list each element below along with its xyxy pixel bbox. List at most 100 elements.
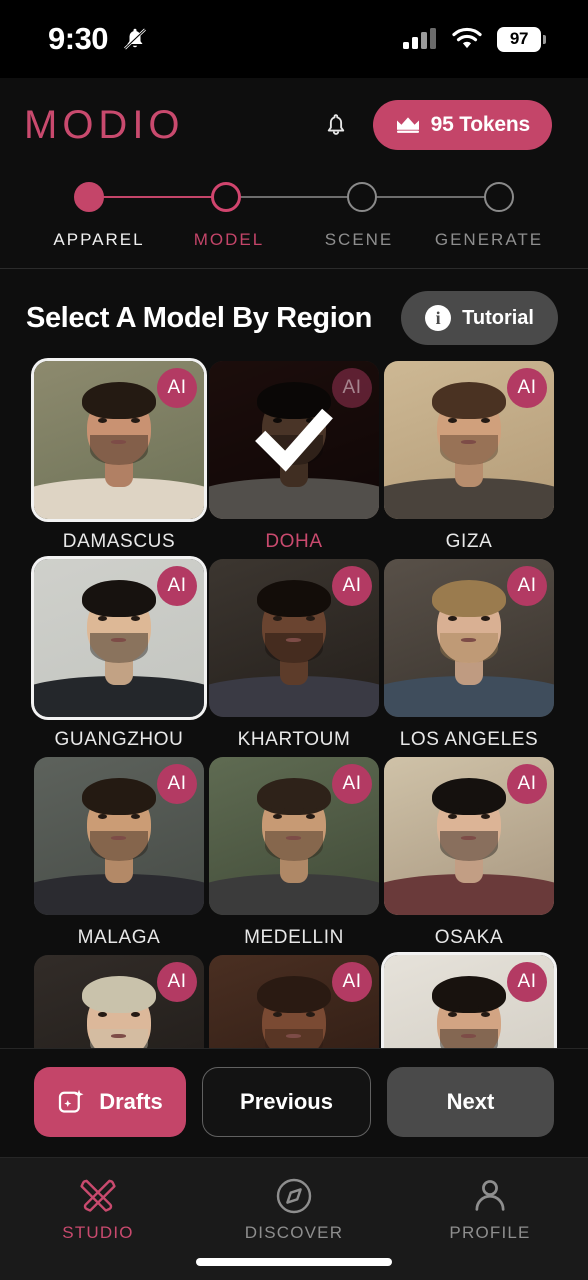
tokens-badge[interactable]: 95 Tokens bbox=[372, 100, 552, 150]
app-header: MODIO 95 Tokens bbox=[0, 78, 588, 150]
model-thumbnail[interactable]: AI bbox=[34, 955, 204, 1049]
model-thumbnail[interactable]: AI bbox=[34, 559, 204, 717]
stepper-track bbox=[74, 176, 514, 218]
model-thumbnail[interactable]: AI bbox=[209, 955, 379, 1049]
action-bar: Drafts Previous Next bbox=[0, 1048, 588, 1158]
tab-studio-label: STUDIO bbox=[62, 1223, 134, 1243]
ai-badge: AI bbox=[157, 566, 197, 606]
model-card[interactable]: AI KHARTOUM bbox=[209, 559, 379, 751]
model-thumbnail[interactable]: AI bbox=[384, 559, 554, 717]
check-icon bbox=[255, 408, 333, 472]
model-thumbnail[interactable]: AI bbox=[34, 757, 204, 915]
section-header: Select A Model By Region i Tutorial bbox=[0, 269, 588, 361]
battery-percent: 97 bbox=[509, 29, 529, 48]
previous-button[interactable]: Previous bbox=[202, 1067, 371, 1138]
ai-badge: AI bbox=[507, 962, 547, 1002]
model-label: DOHA bbox=[265, 531, 323, 552]
tab-profile[interactable]: PROFILE bbox=[392, 1176, 588, 1243]
status-bar-left: 9:30 bbox=[48, 21, 150, 57]
model-thumbnail[interactable]: AI bbox=[384, 361, 554, 519]
stepper-label-apparel[interactable]: APPAREL bbox=[34, 230, 164, 250]
battery-indicator: 97 bbox=[497, 26, 546, 52]
person-icon bbox=[475, 1180, 505, 1211]
ai-badge: AI bbox=[332, 566, 372, 606]
tutorial-button[interactable]: i Tutorial bbox=[401, 291, 558, 345]
model-card[interactable]: AI MALAGA bbox=[34, 757, 204, 949]
battery-body: 97 bbox=[497, 26, 541, 52]
app-root: 9:30 97 MODIO 95 Tokens APPAREL MODEL SC… bbox=[0, 0, 588, 1280]
model-thumbnail[interactable]: AI bbox=[209, 559, 379, 717]
header-actions: 95 Tokens bbox=[321, 100, 552, 150]
ai-badge: AI bbox=[507, 566, 547, 606]
model-card[interactable]: AI GIZA bbox=[384, 361, 554, 553]
cellular-signal-icon bbox=[403, 28, 436, 49]
drafts-button[interactable]: Drafts bbox=[34, 1067, 186, 1138]
stepper-labels: APPAREL MODEL SCENE GENERATE bbox=[34, 230, 554, 250]
app-logo: MODIO bbox=[24, 103, 185, 147]
ai-badge: AI bbox=[157, 962, 197, 1002]
stepper-dot-generate[interactable] bbox=[483, 182, 514, 212]
model-label: GUANGZHOU bbox=[54, 729, 184, 750]
model-grid: AI DAMASCUS AI DOHA AI GIZA AI GUANGZHOU… bbox=[0, 361, 588, 1049]
brush-pencil-icon bbox=[80, 1179, 116, 1212]
compass-icon bbox=[276, 1178, 312, 1214]
drafts-label: Drafts bbox=[99, 1089, 163, 1115]
status-time: 9:30 bbox=[48, 21, 109, 56]
ai-badge: AI bbox=[157, 764, 197, 804]
tokens-label: 95 Tokens bbox=[430, 113, 531, 136]
model-label: LOS ANGELES bbox=[399, 729, 539, 750]
page-title: Select A Model By Region bbox=[26, 301, 372, 334]
stepper-label-generate[interactable]: GENERATE bbox=[424, 230, 554, 250]
bell-icon[interactable] bbox=[321, 108, 351, 142]
next-button[interactable]: Next bbox=[387, 1067, 554, 1138]
stepper-label-scene[interactable]: SCENE bbox=[294, 230, 424, 250]
crown-icon bbox=[396, 117, 419, 133]
progress-stepper: APPAREL MODEL SCENE GENERATE bbox=[0, 150, 588, 269]
stepper-dot-scene[interactable] bbox=[347, 182, 378, 212]
stepper-dot-apparel[interactable] bbox=[74, 182, 104, 212]
main-content: Select A Model By Region i Tutorial AI D… bbox=[0, 269, 588, 1049]
model-thumbnail[interactable]: AI bbox=[209, 757, 379, 915]
status-bar: 9:30 97 bbox=[0, 0, 588, 78]
tab-profile-label: PROFILE bbox=[449, 1223, 531, 1243]
model-card[interactable]: AI GUANGZHOU bbox=[34, 559, 204, 751]
model-thumbnail[interactable]: AI bbox=[384, 955, 554, 1049]
model-card[interactable]: AI DOHA bbox=[209, 361, 379, 553]
ai-badge: AI bbox=[157, 368, 197, 408]
model-label: MEDELLIN bbox=[244, 927, 344, 948]
previous-label: Previous bbox=[240, 1089, 333, 1115]
stepper-dot-model[interactable] bbox=[210, 182, 241, 212]
tab-discover-label: DISCOVER bbox=[244, 1223, 344, 1243]
ai-badge: AI bbox=[332, 764, 372, 804]
model-card[interactable]: AI DAMASCUS bbox=[34, 361, 204, 553]
home-indicator[interactable] bbox=[196, 1257, 392, 1266]
model-card-partial[interactable]: AI bbox=[209, 955, 379, 1049]
info-icon: i bbox=[425, 305, 452, 331]
model-card-partial[interactable]: AI bbox=[34, 955, 204, 1049]
model-label: KHARTOUM bbox=[237, 729, 351, 750]
model-label: OSAKA bbox=[434, 927, 504, 948]
ai-badge: AI bbox=[332, 962, 372, 1002]
sparkle-square-icon bbox=[59, 1089, 84, 1113]
model-thumbnail[interactable]: AI bbox=[384, 757, 554, 915]
model-card-partial[interactable]: AI bbox=[384, 955, 554, 1049]
selected-check bbox=[209, 361, 379, 519]
stepper-label-model[interactable]: MODEL bbox=[164, 230, 294, 250]
model-card[interactable]: AI MEDELLIN bbox=[209, 757, 379, 949]
model-thumbnail[interactable]: AI bbox=[209, 361, 379, 519]
ai-badge: AI bbox=[507, 764, 547, 804]
bell-slash-icon bbox=[124, 28, 146, 50]
ai-badge: AI bbox=[507, 368, 547, 408]
model-card[interactable]: AI LOS ANGELES bbox=[384, 559, 554, 751]
next-label: Next bbox=[446, 1089, 495, 1115]
model-card[interactable]: AI OSAKA bbox=[384, 757, 554, 949]
status-bar-right: 97 bbox=[403, 26, 546, 52]
model-thumbnail[interactable]: AI bbox=[34, 361, 204, 519]
model-label: MALAGA bbox=[77, 927, 161, 948]
tab-discover[interactable]: DISCOVER bbox=[196, 1176, 392, 1243]
model-label: DAMASCUS bbox=[62, 531, 176, 552]
wifi-icon bbox=[452, 27, 482, 49]
tab-studio[interactable]: STUDIO bbox=[0, 1176, 196, 1243]
battery-cap bbox=[543, 34, 546, 44]
home-indicator-area bbox=[0, 1243, 588, 1280]
